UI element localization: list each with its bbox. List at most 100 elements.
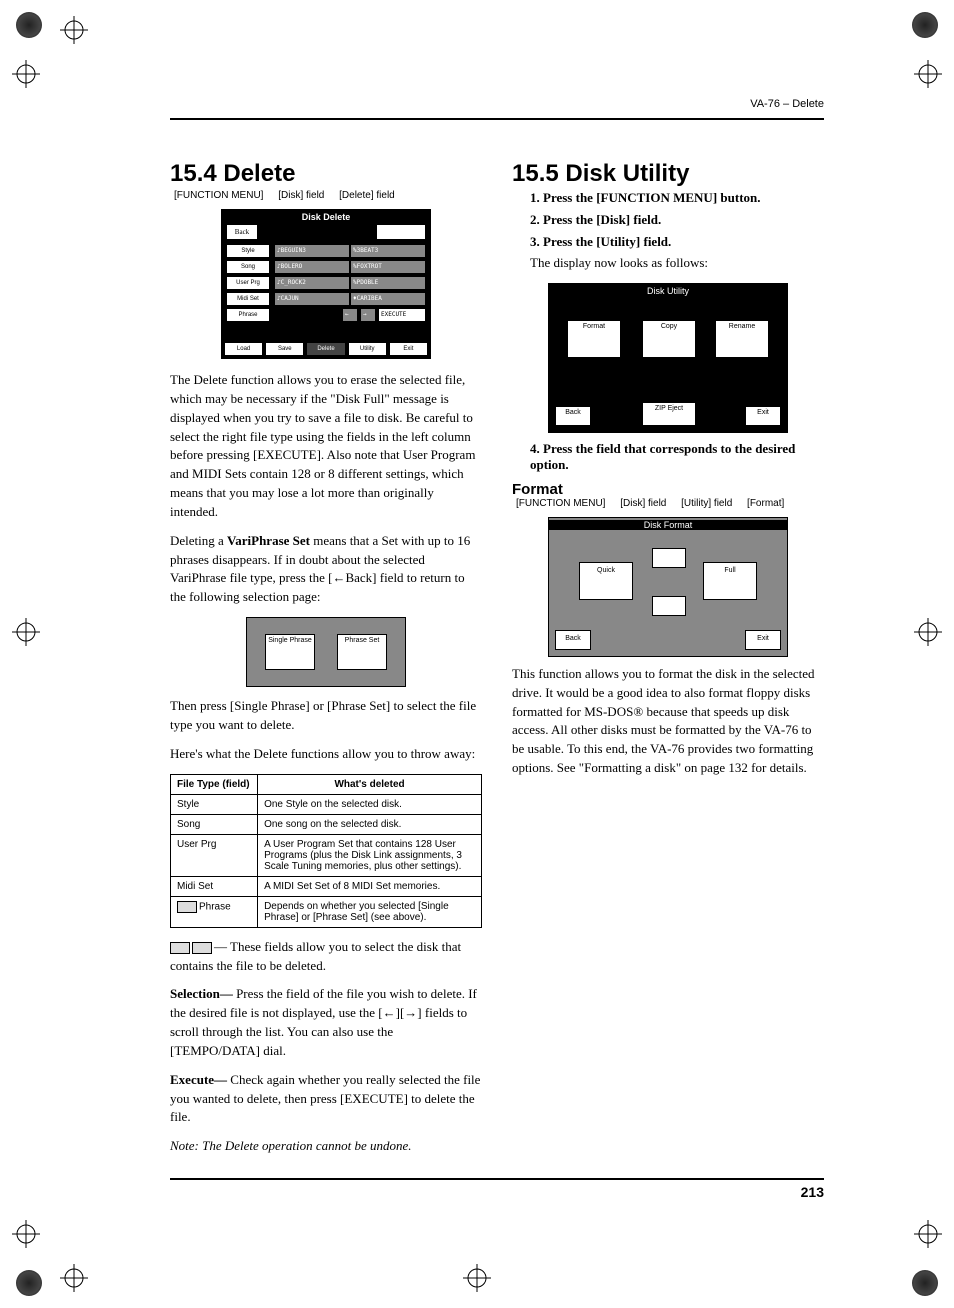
bottom-btn: Delete	[306, 342, 345, 356]
body-text: This function allows you to format the d…	[512, 665, 824, 778]
ss-title: Disk Delete	[222, 212, 430, 222]
list-item: %PDOBLE	[350, 276, 426, 290]
bottom-btn: Exit	[389, 342, 428, 356]
table-cell: User Prg	[171, 834, 258, 876]
table-cell: Midi Set	[171, 876, 258, 896]
phrase-icon	[177, 901, 197, 913]
step-text: Press the field that corresponds to the …	[530, 441, 795, 472]
step-text: Press the [Disk] field.	[543, 212, 661, 227]
full-button: Full	[703, 562, 757, 600]
screenshot-disk-delete: Disk Delete Back Style Song User Prg Mid…	[221, 209, 431, 359]
register-mark	[12, 60, 40, 88]
body-text: The display now looks as follows:	[530, 254, 824, 273]
copy-button: Copy	[642, 320, 696, 358]
list-item: ♦CARIBEA	[350, 292, 426, 306]
step: 4. Press the field that corresponds to t…	[530, 441, 824, 473]
register-mark	[463, 1264, 491, 1292]
bottom-btn: Load	[224, 342, 263, 356]
crumb: [Disk] field	[620, 498, 666, 509]
quick-button: Quick	[579, 562, 633, 600]
sidebar-item: Style	[226, 244, 270, 258]
phrase-set-button: Phrase Set	[337, 634, 387, 670]
body-text: Deleting a VariPhrase Set means that a S…	[170, 532, 482, 607]
table-cell: Song	[171, 814, 258, 834]
bottom-rule	[170, 1178, 824, 1180]
left-column: 15.4 Delete [FUNCTION MENU] [Disk] field…	[170, 160, 482, 1178]
body-text: Here's what the Delete functions allow y…	[170, 745, 482, 764]
crumb: [Disk] field	[278, 190, 324, 201]
back-button: Back	[555, 406, 591, 426]
ss-file-list: ♪BEGUIN3%3BEAT3 ♪BOLERO%FOXTROT ♪C_ROCK2…	[274, 244, 426, 324]
execute-button: EXECUTE	[378, 308, 426, 322]
crop-circle	[912, 12, 938, 38]
floppy-icon	[652, 548, 686, 568]
table-header: What's deleted	[258, 774, 482, 794]
register-mark	[914, 60, 942, 88]
steps-list: 1. Press the [FUNCTION MENU] button. 2. …	[530, 190, 824, 250]
table-cell: Phrase	[171, 896, 258, 927]
screenshot-disk-utility: Disk Utility Format Copy Rename ZIP Ejec…	[548, 283, 788, 433]
list-item: ♪BOLERO	[274, 260, 350, 274]
body-text: Then press [Single Phrase] or [Phrase Se…	[170, 697, 482, 735]
crumb: [Delete] field	[339, 190, 395, 201]
breadcrumb: [FUNCTION MENU] [Disk] field [Delete] fi…	[174, 190, 482, 201]
disk-icon	[192, 942, 212, 954]
back-button: Back	[555, 630, 591, 650]
exit-button: Exit	[745, 406, 781, 426]
step: 3. Press the [Utility] field.	[530, 234, 824, 250]
breadcrumb: [FUNCTION MENU] [Disk] field [Utility] f…	[516, 498, 824, 509]
screenshot-phrase-select: Single Phrase Phrase Set	[246, 617, 406, 687]
bold-text: Selection—	[170, 986, 233, 1001]
header-title: VA-76 – Delete	[750, 98, 824, 110]
text: Phrase	[199, 901, 231, 912]
top-rule	[170, 118, 824, 120]
step-text: Press the [FUNCTION MENU] button.	[543, 190, 761, 205]
register-mark	[12, 618, 40, 646]
ss-sidebar: Style Song User Prg Midi Set Phrase	[226, 244, 270, 324]
section-heading-delete: 15.4 Delete	[170, 160, 482, 188]
sidebar-item: Phrase	[226, 308, 270, 322]
register-mark	[12, 1220, 40, 1248]
register-mark	[914, 618, 942, 646]
screenshot-disk-format: Disk Format Quick Full Back Exit	[548, 517, 788, 657]
crumb: [Format]	[747, 498, 784, 509]
ss-title: Disk Utility	[549, 286, 787, 296]
rename-button: Rename	[715, 320, 769, 358]
table-cell: Style	[171, 794, 258, 814]
text: Deleting a	[170, 533, 227, 548]
delete-table: File Type (field) What's deleted StyleOn…	[170, 774, 482, 928]
sidebar-item: User Prg	[226, 276, 270, 290]
crumb: [FUNCTION MENU]	[174, 190, 263, 201]
table-cell: One Style on the selected disk.	[258, 794, 482, 814]
step-text: Press the [Utility] field.	[543, 234, 671, 249]
bottom-btn: Utility	[348, 342, 387, 356]
bold-text: Execute—	[170, 1072, 227, 1087]
steps-list: 4. Press the field that corresponds to t…	[530, 441, 824, 473]
table-cell: Depends on whether you selected [Single …	[258, 896, 482, 927]
ss-title: Disk Format	[549, 520, 787, 530]
note-text: Note: The Delete operation cannot be und…	[170, 1137, 482, 1156]
body-text: Execute— Check again whether you really …	[170, 1071, 482, 1128]
floppy-icon	[170, 942, 190, 954]
text: — These fields allow you to select the d…	[170, 939, 461, 973]
single-phrase-button: Single Phrase	[265, 634, 315, 670]
crumb: [Utility] field	[681, 498, 732, 509]
sidebar-item: Midi Set	[226, 292, 270, 306]
register-mark	[60, 1264, 88, 1292]
table-cell: One song on the selected disk.	[258, 814, 482, 834]
format-button: Format	[567, 320, 621, 358]
crop-circle	[16, 12, 42, 38]
arrow-left-icon: ←	[342, 308, 358, 322]
list-item: %FOXTROT	[350, 260, 426, 274]
disk-icon	[652, 596, 686, 616]
right-column: 15.5 Disk Utility 1. Press the [FUNCTION…	[512, 160, 824, 1178]
register-mark	[914, 1220, 942, 1248]
body-text: Selection— Press the field of the file y…	[170, 985, 482, 1060]
bold-text: VariPhrase Set	[227, 533, 310, 548]
bottom-btn: Save	[265, 342, 304, 356]
table-header: File Type (field)	[171, 774, 258, 794]
zip-eject-button: ZIP Eject	[642, 402, 696, 426]
register-mark	[60, 16, 88, 44]
crop-circle	[912, 1270, 938, 1296]
exit-button: Exit	[745, 630, 781, 650]
